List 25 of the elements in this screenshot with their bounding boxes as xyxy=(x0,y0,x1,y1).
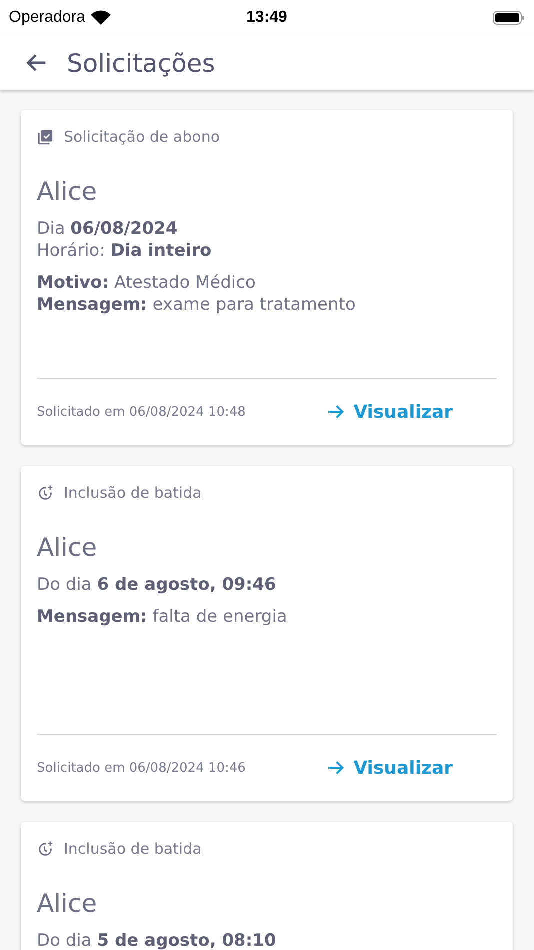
carrier-name: Operadora xyxy=(9,9,86,27)
detail-line: Do dia 5 de agosto, 08:10 xyxy=(37,930,278,950)
detail-line: Mensagem: falta de energia xyxy=(37,606,288,628)
requested-date: Solicitado em 06/08/2024 10:46 xyxy=(37,760,246,776)
request-type: Inclusão de batida xyxy=(64,840,202,858)
request-type: Inclusão de batida xyxy=(64,484,202,502)
view-button[interactable]: Visualizar xyxy=(326,758,453,778)
detail-line: Horário: Dia inteiro xyxy=(37,240,213,262)
detail-line: Mensagem: exame para tratamento xyxy=(37,294,357,316)
battery-icon xyxy=(493,10,525,26)
detail-line: Motivo: Atestado Médico xyxy=(37,272,257,294)
view-button[interactable]: Visualizar xyxy=(326,402,453,422)
clock-plus-icon xyxy=(37,484,54,502)
clock-plus-icon xyxy=(37,840,54,858)
page-title: Solicitações xyxy=(67,48,216,78)
request-type: Solicitação de abono xyxy=(64,128,220,146)
employee-name: Alice xyxy=(37,532,98,564)
detail-line: Dia 06/08/2024 xyxy=(37,218,179,240)
requested-date: Solicitado em 06/08/2024 10:48 xyxy=(37,404,246,420)
employee-name: Alice xyxy=(37,176,98,208)
employee-name: Alice xyxy=(37,888,98,920)
detail-line: Do dia 6 de agosto, 09:46 xyxy=(37,574,278,596)
checklist-icon xyxy=(37,128,54,146)
wifi-icon xyxy=(90,10,110,26)
clock-time: 13:49 xyxy=(246,9,288,27)
